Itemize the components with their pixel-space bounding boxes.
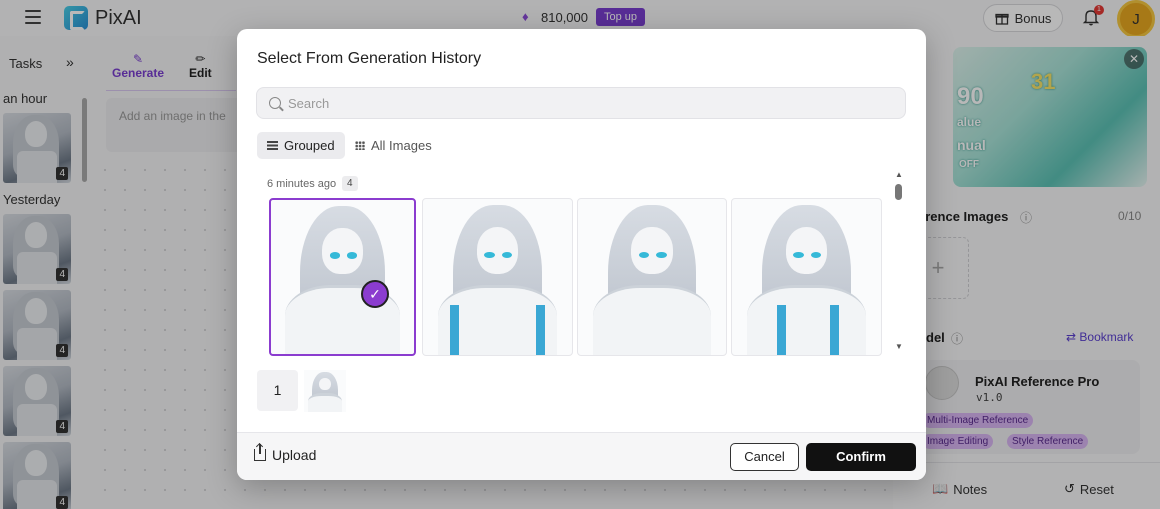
scroll-up-icon[interactable]: ▲	[895, 170, 903, 179]
group-time-label: 6 minutes ago	[267, 178, 337, 190]
search-icon	[269, 97, 281, 109]
history-image-tile[interactable]	[731, 198, 882, 356]
selected-image-thumbnail[interactable]	[304, 370, 346, 412]
confirm-button[interactable]: Confirm	[806, 443, 916, 471]
upload-label: Upload	[272, 447, 317, 463]
upload-icon	[254, 444, 266, 461]
group-image-count: 4	[342, 176, 358, 191]
grid-icon	[355, 141, 365, 150]
selected-check-icon: ✓	[361, 280, 389, 308]
all-images-label: All Images	[371, 138, 432, 153]
history-image-tile[interactable]	[422, 198, 573, 356]
selected-count: 1	[257, 370, 298, 411]
search-input[interactable]: Search	[256, 87, 906, 119]
search-placeholder: Search	[288, 96, 330, 111]
grouped-label: Grouped	[284, 138, 335, 153]
all-images-view-button[interactable]: All Images	[345, 132, 442, 159]
grouped-view-button[interactable]: Grouped	[257, 132, 345, 159]
dialog-footer: Upload Cancel Confirm	[237, 432, 926, 480]
generation-history-dialog: Select From Generation History Search Gr…	[237, 29, 926, 480]
upload-button[interactable]: Upload	[254, 444, 317, 463]
dialog-title: Select From Generation History	[257, 50, 482, 67]
history-scrollbar[interactable]	[895, 184, 902, 200]
list-icon	[267, 141, 278, 150]
cancel-button[interactable]: Cancel	[730, 443, 799, 471]
scroll-down-icon[interactable]: ▼	[895, 342, 903, 351]
history-image-tile[interactable]: ✓	[269, 198, 416, 356]
history-image-tile[interactable]	[577, 198, 727, 356]
